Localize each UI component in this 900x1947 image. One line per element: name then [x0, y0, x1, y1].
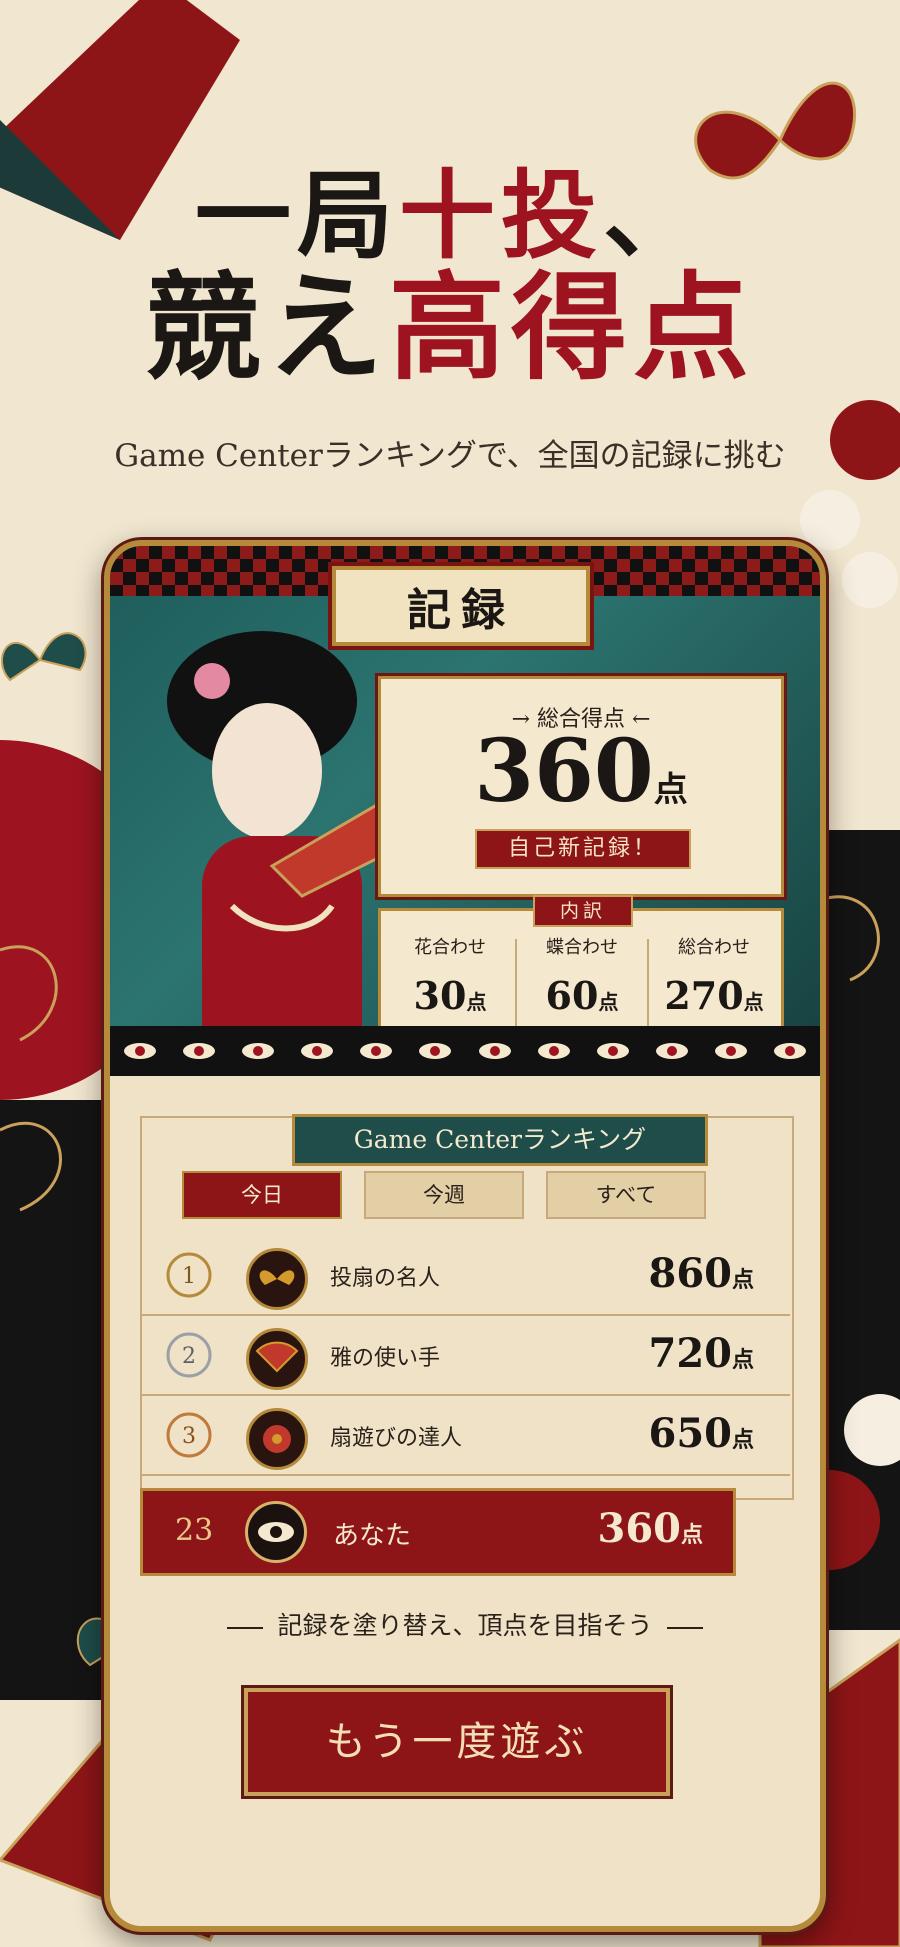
- eye-icon: [655, 1043, 688, 1059]
- arrow-left-icon: [227, 1626, 264, 1629]
- svg-text:2: 2: [182, 1344, 196, 1369]
- new-record-badge: 自己新記録！: [475, 829, 691, 869]
- subline: Game Centerランキングで、全国の記録に挑む: [114, 438, 786, 474]
- ranking-row[interactable]: 3 扇遊びの達人 650点: [140, 1396, 790, 1476]
- eye-icon: [478, 1043, 511, 1059]
- my-ranking-row[interactable]: 23 あなた 360点: [140, 1488, 736, 1576]
- eye-icon: [774, 1043, 807, 1059]
- flower-icon: [246, 1408, 308, 1470]
- record-card: 記録 → 総合得点 ← 360点 自己新記録！ 内訳 花合わせ 30点 蝶合わせ…: [104, 540, 826, 1932]
- eye-icon: [182, 1043, 215, 1059]
- eye-icon: [123, 1043, 156, 1059]
- ranking-title: Game Centerランキング: [292, 1114, 708, 1166]
- my-rank: 23: [175, 1513, 214, 1548]
- eye-icon: [419, 1043, 452, 1059]
- tab-this-week[interactable]: 今週: [364, 1171, 524, 1219]
- headline-line-1: 一局十投、: [195, 159, 705, 272]
- svg-text:1: 1: [182, 1264, 196, 1289]
- player-score: 860点: [648, 1250, 754, 1297]
- eye-icon: [360, 1043, 393, 1059]
- my-name: あなた: [333, 1521, 412, 1551]
- total-score-value: 360点: [474, 721, 688, 822]
- ranking-area: Game Centerランキング 今日 今週 すべて 1 投扇の名人 860点: [110, 1076, 820, 1926]
- player-score: 720点: [648, 1330, 754, 1377]
- total-score-panel: → 総合得点 ← 360点 自己新記録！: [378, 676, 784, 897]
- player-name: 扇遊びの達人: [330, 1426, 463, 1451]
- my-score: 360点: [597, 1505, 703, 1552]
- tab-today[interactable]: 今日: [182, 1171, 342, 1219]
- fan-icon: [246, 1328, 308, 1390]
- play-again-button[interactable]: もう一度遊ぶ: [244, 1688, 670, 1796]
- ranking-list: 1 投扇の名人 860点 2 雅の使い手 720点 3 扇遊びの達人 650点: [140, 1236, 790, 1476]
- motto-text: 記録を塗り替え、頂点を目指そう: [110, 1606, 820, 1642]
- ranking-row[interactable]: 1 投扇の名人 860点: [140, 1236, 790, 1316]
- eye-icon: [245, 1501, 307, 1563]
- laurel-rank-icon: 1: [166, 1252, 212, 1298]
- breakdown-item: 蝶合わせ 60点: [545, 937, 619, 1018]
- breakdown-item: 花合わせ 30点: [413, 937, 487, 1018]
- headline-line-2: 競え高得点: [145, 260, 755, 396]
- laurel-rank-icon: 2: [166, 1332, 212, 1378]
- tab-all-time[interactable]: すべて: [546, 1171, 706, 1219]
- eye-icon: [537, 1043, 570, 1059]
- eye-icon: [715, 1043, 748, 1059]
- ranking-tabs: 今日 今週 すべて: [182, 1171, 750, 1219]
- arrow-right-icon: [666, 1626, 703, 1629]
- eye-pattern-strip: [110, 1026, 820, 1076]
- eye-icon: [301, 1043, 334, 1059]
- breakdown-tag: 内訳: [533, 895, 633, 927]
- breakdown-item: 総合わせ 270点: [664, 937, 764, 1018]
- eye-icon: [596, 1043, 629, 1059]
- player-name: 雅の使い手: [330, 1346, 441, 1371]
- player-name: 投扇の名人: [330, 1266, 441, 1291]
- laurel-rank-icon: 3: [166, 1412, 212, 1458]
- record-header-area: 記録 → 総合得点 ← 360点 自己新記録！ 内訳 花合わせ 30点 蝶合わせ…: [110, 546, 820, 1076]
- eye-icon: [241, 1043, 274, 1059]
- record-title: 記録: [332, 566, 590, 646]
- player-score: 650点: [648, 1410, 754, 1457]
- butterfly-icon: [246, 1248, 308, 1310]
- svg-text:3: 3: [182, 1424, 196, 1449]
- ranking-row[interactable]: 2 雅の使い手 720点: [140, 1316, 790, 1396]
